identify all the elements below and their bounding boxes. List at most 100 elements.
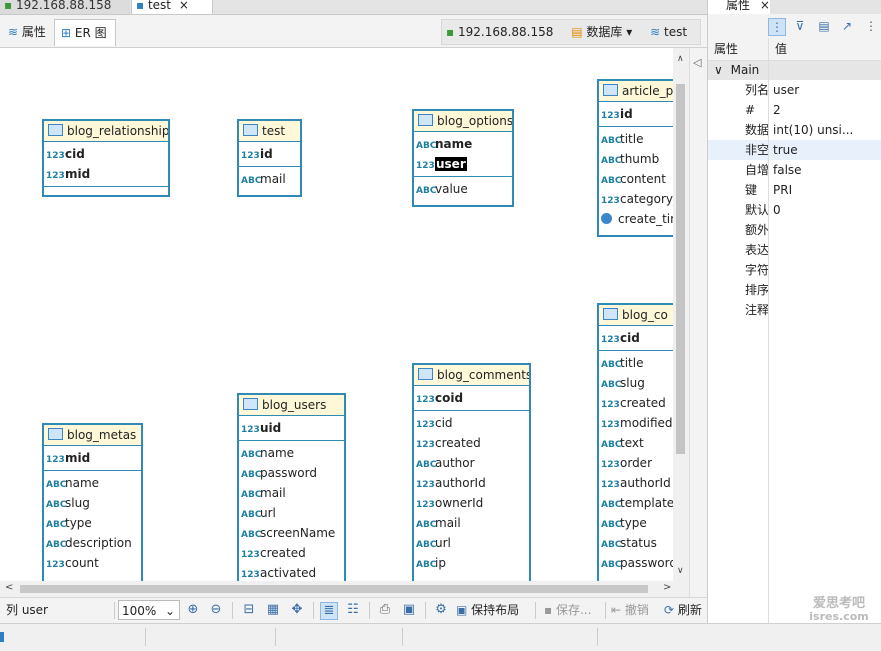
er-column[interactable]: ABCtype xyxy=(599,513,673,533)
er-key-column[interactable]: 123user xyxy=(414,154,512,174)
gear-icon[interactable]: ⚙ xyxy=(433,602,449,618)
property-row[interactable]: 键 PRI xyxy=(708,180,881,200)
property-row[interactable]: 数据 int(10) unsi... xyxy=(708,120,881,140)
layout-icon[interactable]: ⊟ xyxy=(241,602,257,618)
property-row[interactable]: 默认 0 xyxy=(708,200,881,220)
more-menu-icon[interactable]: ⋮ xyxy=(863,18,879,34)
export-image-icon[interactable]: ▣ xyxy=(401,602,417,618)
er-table-header[interactable]: blog_relationships xyxy=(44,121,168,142)
tab-properties-view[interactable]: 属性 × xyxy=(708,0,770,14)
property-row[interactable]: 自增 false xyxy=(708,160,881,180)
er-key-column[interactable]: 123mid xyxy=(44,448,141,468)
er-column[interactable]: ABCurl xyxy=(414,533,529,553)
er-column[interactable]: ABCstatus xyxy=(599,533,673,553)
er-column[interactable]: ABCurl xyxy=(239,503,344,523)
er-column[interactable]: 123category_ xyxy=(599,189,673,209)
er-column[interactable]: ABCslug xyxy=(44,493,141,513)
er-column[interactable]: 123created xyxy=(414,433,529,453)
er-table-header[interactable]: blog_metas xyxy=(44,425,141,446)
properties-group[interactable]: ∨ Main xyxy=(708,61,881,80)
er-column[interactable]: 123created xyxy=(599,393,673,413)
save-button[interactable]: ▪ 保存... xyxy=(544,598,591,623)
close-icon[interactable]: × xyxy=(179,0,189,12)
er-column[interactable]: 123activated xyxy=(239,563,344,581)
er-column[interactable]: ABCauthor xyxy=(414,453,529,473)
advanced-icon[interactable]: ▤ xyxy=(816,18,832,34)
scroll-up-icon[interactable]: ∧ xyxy=(677,54,684,64)
er-column[interactable]: ABCtitle xyxy=(599,353,673,373)
property-row[interactable]: 表达 xyxy=(708,240,881,260)
er-key-column[interactable]: 123id xyxy=(239,144,300,164)
scroll-left-icon[interactable]: < xyxy=(5,582,13,593)
er-key-column[interactable]: 123uid xyxy=(239,418,344,438)
horizontal-scroll-thumb[interactable] xyxy=(20,585,648,593)
er-column[interactable]: 123cid xyxy=(414,413,529,433)
er-table-header[interactable]: blog_users xyxy=(239,395,344,416)
er-column[interactable]: ABCthumb xyxy=(599,149,673,169)
property-row[interactable]: #2 xyxy=(708,100,881,120)
er-column[interactable]: ABCscreenName xyxy=(239,523,344,543)
er-table-blog-co[interactable]: blog_co 123cid ABCtitle ABCslug 123created 12… xyxy=(597,303,673,581)
er-column[interactable]: ABCpassword xyxy=(599,553,673,573)
zoom-in-icon[interactable]: ⊕ xyxy=(185,602,201,618)
er-table-blog-relationships[interactable]: blog_relationships 123cid 123mid xyxy=(42,119,170,197)
er-column[interactable]: ABCmail xyxy=(414,513,529,533)
er-column[interactable]: create_tim xyxy=(599,209,673,229)
er-column[interactable]: 123modified xyxy=(599,413,673,433)
property-row[interactable]: 列名 user xyxy=(708,80,881,100)
er-column[interactable]: ABCpassword xyxy=(239,463,344,483)
er-column[interactable]: ABCdescription xyxy=(44,533,141,553)
schema-selector[interactable]: ≋ test xyxy=(650,25,687,39)
tab-connection[interactable]: ▪ 192.168.88.158 xyxy=(0,0,130,14)
vertical-scroll-thumb[interactable] xyxy=(676,84,685,454)
property-row[interactable]: 非空 true xyxy=(708,140,881,160)
er-column[interactable]: ABCtext xyxy=(599,433,673,453)
property-row[interactable]: 字符 xyxy=(708,260,881,280)
er-table-blog-metas[interactable]: blog_metas 123mid ABCname ABCslug ABCtype ABC… xyxy=(42,423,143,581)
er-column[interactable]: ABCname xyxy=(44,473,141,493)
er-column[interactable]: ABCip xyxy=(414,553,529,573)
filter-icon[interactable]: ⊽ xyxy=(792,18,808,34)
tab-properties[interactable]: ≋ 属性 xyxy=(2,19,58,45)
er-column[interactable]: 123ownerId xyxy=(414,493,529,513)
attributes-icon[interactable]: ☷ xyxy=(345,602,361,618)
vertical-scrollbar[interactable]: ∧ ∨ xyxy=(673,48,689,581)
refresh-button[interactable]: ⟳ 刷新 xyxy=(664,598,702,623)
er-key-column[interactable]: 123id xyxy=(599,104,673,124)
property-row[interactable]: 额外 xyxy=(708,220,881,240)
print-icon[interactable]: ⎙ xyxy=(377,602,393,618)
er-key-column[interactable]: 123cid xyxy=(599,328,673,348)
close-icon[interactable]: × xyxy=(760,0,770,12)
er-table-header[interactable]: blog_co xyxy=(599,305,673,326)
property-row[interactable]: 注释 xyxy=(708,300,881,320)
er-column[interactable]: ABCslug xyxy=(599,373,673,393)
er-column[interactable]: ABCtitle xyxy=(599,129,673,149)
notes-toggle-icon[interactable]: ≣ xyxy=(320,602,338,620)
category-view-icon[interactable]: ⋮ xyxy=(768,18,786,36)
er-column[interactable]: ABCvalue xyxy=(414,179,512,199)
property-row[interactable]: 排序 xyxy=(708,280,881,300)
tab-test[interactable]: ▪ test × xyxy=(131,0,213,14)
database-selector[interactable]: ▤ 数据库 ▾ xyxy=(571,25,632,39)
er-key-column[interactable]: 123coid xyxy=(414,388,529,408)
er-column[interactable]: 123order xyxy=(599,453,673,473)
er-column[interactable]: 123created xyxy=(239,543,344,563)
scroll-down-icon[interactable]: ∨ xyxy=(677,566,684,576)
collapse-left-icon[interactable]: ◁ xyxy=(693,56,701,69)
er-table-blog-users[interactable]: blog_users 123uid ABCname ABCpassword ABCmai… xyxy=(237,393,346,581)
er-key-column[interactable]: 123mid xyxy=(44,164,168,184)
er-column[interactable]: ABCcontent xyxy=(599,169,673,189)
host-selector[interactable]: ▪ 192.168.88.158 xyxy=(446,25,553,39)
er-column[interactable]: 123count xyxy=(44,553,141,573)
er-key-column[interactable]: ABCname xyxy=(414,134,512,154)
er-column[interactable]: 123authorId xyxy=(414,473,529,493)
zoom-out-icon[interactable]: ⊖ xyxy=(208,602,224,618)
zoom-select[interactable]: 100% ⌄ xyxy=(118,600,180,620)
er-column[interactable]: 123authorId xyxy=(599,473,673,493)
er-table-blog-comments[interactable]: blog_comments 123coid 123cid 123created ABCa… xyxy=(412,363,531,581)
er-diagram-canvas[interactable]: blog_relationships 123cid 123mid test 123id A… xyxy=(0,48,673,581)
er-key-column[interactable]: 123cid xyxy=(44,144,168,164)
er-column[interactable]: ABCmail xyxy=(239,483,344,503)
open-editor-icon[interactable]: ↗ xyxy=(839,18,855,34)
er-table-header[interactable]: blog_comments xyxy=(414,365,529,386)
